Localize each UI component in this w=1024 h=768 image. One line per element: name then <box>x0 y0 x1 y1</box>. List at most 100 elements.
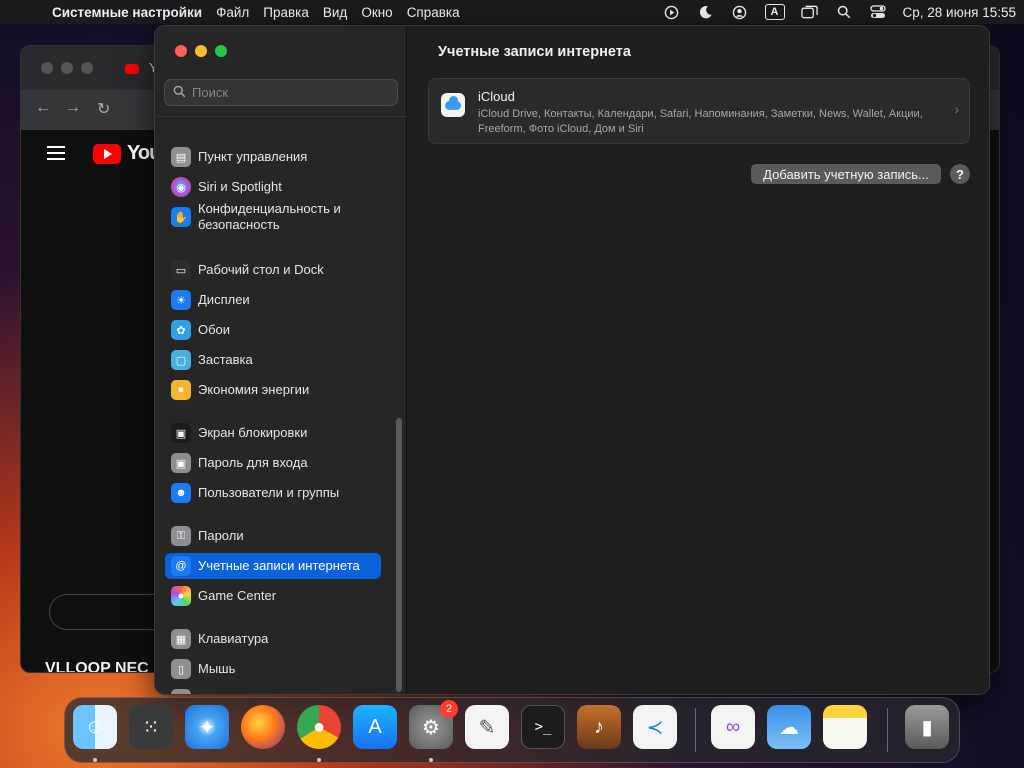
clock[interactable]: Ср, 28 июня 15:55 <box>903 5 1017 20</box>
icloud-account-row[interactable]: iCloud iCloud Drive, Контакты, Календари… <box>428 78 970 144</box>
lock-icon: ▣ <box>171 453 191 473</box>
sidebar-item-label: Пароли <box>198 528 244 543</box>
notes-icon[interactable] <box>823 705 867 749</box>
back-arrow-icon[interactable]: ← <box>35 99 51 117</box>
sidebar-item-control-center[interactable]: ▤ Пункт управления <box>165 144 381 170</box>
sidebar-item-lock-screen[interactable]: ▣ Экран блокировки <box>165 420 381 446</box>
sidebar-item-flower[interactable]: ✿ Обои <box>165 317 381 343</box>
keyboard-icon: ▦ <box>171 629 191 649</box>
menu-window[interactable]: Окно <box>361 5 392 20</box>
screensaver-icon: ▢ <box>171 350 191 370</box>
sidebar-item-label: Заставка <box>198 352 253 367</box>
play-circle-icon[interactable] <box>663 4 681 20</box>
lock-screen-icon: ▣ <box>171 423 191 443</box>
sidebar-item-dock[interactable]: ▭ Рабочий стол и Dock <box>165 257 381 283</box>
page-title: Учетные записи интернета <box>438 44 631 60</box>
sidebar-item-siri[interactable]: ◉ Siri и Spotlight <box>165 174 381 200</box>
moon-icon[interactable] <box>697 4 715 20</box>
hand-icon: ✋ <box>171 207 191 227</box>
menu-edit[interactable]: Правка <box>263 5 309 20</box>
menu-file[interactable]: Файл <box>216 5 249 20</box>
sidebar-item-hand[interactable]: ✋ Конфиденциальность и безопасность <box>165 200 381 234</box>
menu-help[interactable]: Справка <box>407 5 460 20</box>
sidebar-item-label: Пункт управления <box>198 149 308 164</box>
minimize-window-button[interactable] <box>195 45 207 57</box>
reload-icon[interactable]: ↻ <box>97 99 110 119</box>
firefox-icon[interactable] <box>241 705 285 749</box>
dock-icon: ▭ <box>171 260 191 280</box>
browser-close-dot[interactable] <box>41 62 53 74</box>
sidebar-item-label: Пользователи и группы <box>198 485 340 500</box>
dock-separator <box>695 708 696 752</box>
sidebar-item-label: Мышь <box>198 661 236 676</box>
weather-icon[interactable]: ☁ <box>767 705 811 749</box>
help-button[interactable]: ? <box>950 164 970 184</box>
sidebar-item-at[interactable]: @ Учетные записи интернета <box>165 553 381 579</box>
sidebar-scrollbar[interactable] <box>396 418 402 692</box>
terminal-icon[interactable]: >_ <box>521 705 565 749</box>
sidebar-item-label: Рабочий стол и Dock <box>198 262 324 277</box>
sidebar-item-screensaver[interactable]: ▢ Заставка <box>165 347 381 373</box>
sidebar-item-lightbulb[interactable]: ● Экономия энергии <box>165 377 381 403</box>
lightbulb-icon: ● <box>171 380 191 400</box>
sidebar-item-sun[interactable]: ☀ Дисплеи <box>165 287 381 313</box>
settings-sidebar: ▤ Пункт управления ◉ Siri и Spotlight ✋ Конфи… <box>155 26 407 694</box>
sidebar-item-label: Обои <box>198 322 231 337</box>
browser-page-heading: VLLOOP NEC <box>45 660 149 673</box>
dock-separator <box>887 708 888 752</box>
app-store-icon[interactable]: A <box>353 705 397 749</box>
sidebar-item-label: Siri и Spotlight <box>198 179 282 194</box>
trash-icon[interactable]: ▮ <box>905 705 949 749</box>
browser-zoom-dot[interactable] <box>81 62 93 74</box>
youtube-play-icon <box>93 143 121 164</box>
key-icon: ⚿ <box>171 526 191 546</box>
add-account-button[interactable]: Добавить учетную запись... <box>751 164 941 184</box>
running-indicator <box>93 758 97 762</box>
system-settings-icon[interactable]: ⚙ 2 <box>409 700 458 749</box>
safari-icon[interactable]: ✦ <box>185 705 229 749</box>
control-center-icon[interactable] <box>869 4 887 20</box>
keyboard-input-icon[interactable]: A <box>764 4 785 20</box>
vscode-icon[interactable]: ≺ <box>633 705 677 749</box>
menu-app-name[interactable]: Системные настройки <box>52 5 202 20</box>
account-services: iCloud Drive, Контакты, Календари, Safar… <box>478 108 923 135</box>
close-window-button[interactable] <box>175 45 187 57</box>
user-circle-icon[interactable] <box>731 4 749 20</box>
textedit-icon[interactable]: ✎ <box>465 705 509 749</box>
sidebar-item-key[interactable]: ⚿ Пароли <box>165 523 381 549</box>
chevron-right-icon: › <box>954 101 959 117</box>
sidebar-item-lock[interactable]: ▣ Пароль для входа <box>165 450 381 476</box>
sidebar-item-printer[interactable]: ▤ Принтеры и сканеры <box>165 686 381 694</box>
account-name: iCloud <box>478 89 515 104</box>
search-icon[interactable] <box>835 4 853 20</box>
running-indicator <box>429 758 433 762</box>
sidebar-item-label: Дисплеи <box>198 292 250 307</box>
sidebar-item-label: Пароль для входа <box>198 455 308 470</box>
sidebar-item-label: Конфиденциальность и безопасность <box>198 201 341 232</box>
settings-search-box[interactable] <box>164 79 398 106</box>
sidebar-item-keyboard[interactable]: ▦ Клавиатура <box>165 626 381 652</box>
sidebar-item-game-center[interactable]: ● Game Center <box>165 583 381 609</box>
finder-icon[interactable]: ☺ <box>73 705 117 749</box>
menu-bar: Системные настройки Файл Правка Вид Окно… <box>0 0 1024 24</box>
visual-studio-icon[interactable]: ∞ <box>711 705 755 749</box>
settings-search-input[interactable] <box>192 85 382 100</box>
sidebar-item-label: Game Center <box>198 588 277 603</box>
forward-arrow-icon[interactable]: → <box>65 99 81 117</box>
sidebar-item-label: Клавиатура <box>198 631 269 646</box>
settings-content-pane: Учетные записи интернета iCloud iCloud D… <box>408 26 989 694</box>
launchpad-icon[interactable]: ⁙ <box>129 705 173 749</box>
system-settings-window: ▤ Пункт управления ◉ Siri и Spotlight ✋ Конфи… <box>154 25 990 695</box>
garageband-icon[interactable]: ♪ <box>577 705 621 749</box>
chrome-icon[interactable]: ● <box>297 705 341 749</box>
dock: ☺ ⁙ ✦ ● A ⚙ 2 ✎ >_ ♪ ≺ ∞ ☁ ▮ <box>64 697 960 763</box>
menu-view[interactable]: Вид <box>323 5 347 20</box>
browser-minimize-dot[interactable] <box>61 62 73 74</box>
flower-icon: ✿ <box>171 320 191 340</box>
hamburger-menu-icon[interactable] <box>47 146 65 160</box>
sidebar-item-users[interactable]: ☻ Пользователи и группы <box>165 480 381 506</box>
sidebar-item-label: Экран блокировки <box>198 425 308 440</box>
window-stack-icon[interactable] <box>801 4 819 20</box>
sidebar-item-mouse[interactable]: ▯ Мышь <box>165 656 381 682</box>
zoom-window-button[interactable] <box>215 45 227 57</box>
